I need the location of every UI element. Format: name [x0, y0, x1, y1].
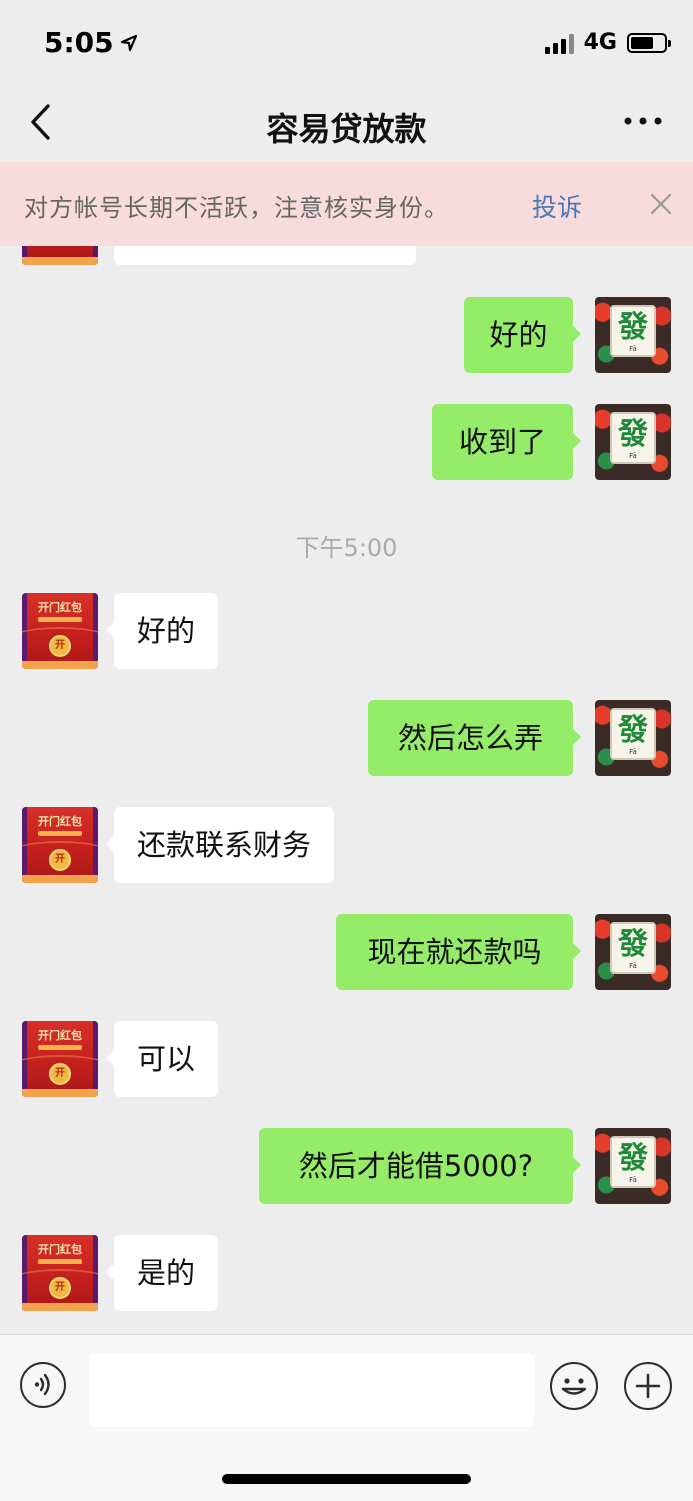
voice-button[interactable] — [20, 1362, 66, 1408]
message-text: 收到了 — [458, 425, 546, 459]
more-button[interactable] — [623, 106, 663, 136]
emoji-button[interactable] — [550, 1362, 598, 1410]
contact-avatar[interactable]: 开门红包 开 — [22, 1021, 98, 1097]
message-text: 然后才能借5000? — [298, 1149, 534, 1183]
message-text: 可以 — [137, 1042, 196, 1076]
emoji-icon — [561, 1378, 587, 1395]
location-arrow-icon — [120, 34, 137, 51]
self-avatar[interactable]: 發 Fā — [595, 700, 671, 776]
contact-avatar[interactable] — [22, 246, 98, 265]
message-bubble[interactable]: 还款联系财务 — [105, 807, 335, 883]
warning-text: 对方帐号长期不活跃，注意核实身份。 — [24, 194, 449, 222]
home-indicator[interactable] — [222, 1474, 471, 1484]
report-link[interactable]: 投诉 — [532, 188, 582, 224]
add-button[interactable] — [624, 1362, 672, 1410]
message-bubble[interactable]: 好的 — [464, 297, 581, 373]
voice-icon — [34, 1373, 50, 1396]
chat-area[interactable]: 好的 發 Fā 收到了 發 Fā 下午5:00 开门红包 开 好的 然后怎么弄 發F… — [0, 246, 693, 1334]
message-input[interactable] — [89, 1353, 534, 1427]
time-label: 5:05 — [44, 26, 114, 59]
message-text: 是的 — [137, 1256, 196, 1290]
message-text: 好的 — [489, 318, 548, 352]
message-bubble[interactable]: 可以 — [105, 1021, 219, 1097]
inactive-account-warning: 对方帐号长期不活跃，注意核实身份。 投诉 — [0, 162, 693, 246]
message-text: 现在就还款吗 — [367, 935, 542, 969]
battery-fill — [631, 36, 653, 49]
plus-icon — [635, 1373, 661, 1399]
nav-bar: 容易贷放款 — [0, 84, 693, 162]
message-timestamp: 下午5:00 — [295, 534, 398, 562]
self-avatar[interactable]: 發 Fā — [595, 914, 671, 990]
self-avatar[interactable]: 發 Fā — [595, 1128, 671, 1204]
message-bubble[interactable]: 收到了 — [432, 404, 581, 480]
status-time: 5:05 — [44, 26, 138, 59]
status-indicators: 4G — [544, 30, 671, 55]
contact-avatar[interactable]: 开门红包 开 — [22, 593, 98, 669]
status-bar: 5:05 4G — [0, 0, 693, 84]
close-icon[interactable] — [650, 193, 672, 215]
ellipsis-icon — [624, 117, 662, 125]
contact-avatar[interactable]: 开门红包 开 — [22, 1235, 98, 1311]
message-text: 好的 — [137, 614, 196, 648]
message-bubble[interactable]: 好的 — [105, 593, 219, 669]
message-bubble[interactable]: 然后怎么弄 — [368, 700, 581, 776]
message-text: 还款联系财务 — [137, 828, 312, 862]
network-label: 4G — [583, 30, 617, 55]
message-bubble[interactable]: 然后才能借5000? — [259, 1128, 581, 1204]
message-text: 然后怎么弄 — [397, 721, 543, 755]
message-bubble[interactable]: 现在就还款吗 — [336, 914, 581, 990]
signal-icon — [544, 32, 574, 54]
message-bubble[interactable]: 是的 — [105, 1235, 219, 1311]
self-avatar[interactable]: 發 Fā — [595, 404, 671, 480]
contact-avatar[interactable]: 开门红包 开 — [22, 807, 98, 883]
chat-title: 容易贷放款 — [266, 110, 427, 148]
battery-icon — [627, 32, 671, 53]
self-avatar[interactable]: 發 Fā — [595, 297, 671, 373]
message-bubble-partial[interactable] — [114, 246, 416, 265]
